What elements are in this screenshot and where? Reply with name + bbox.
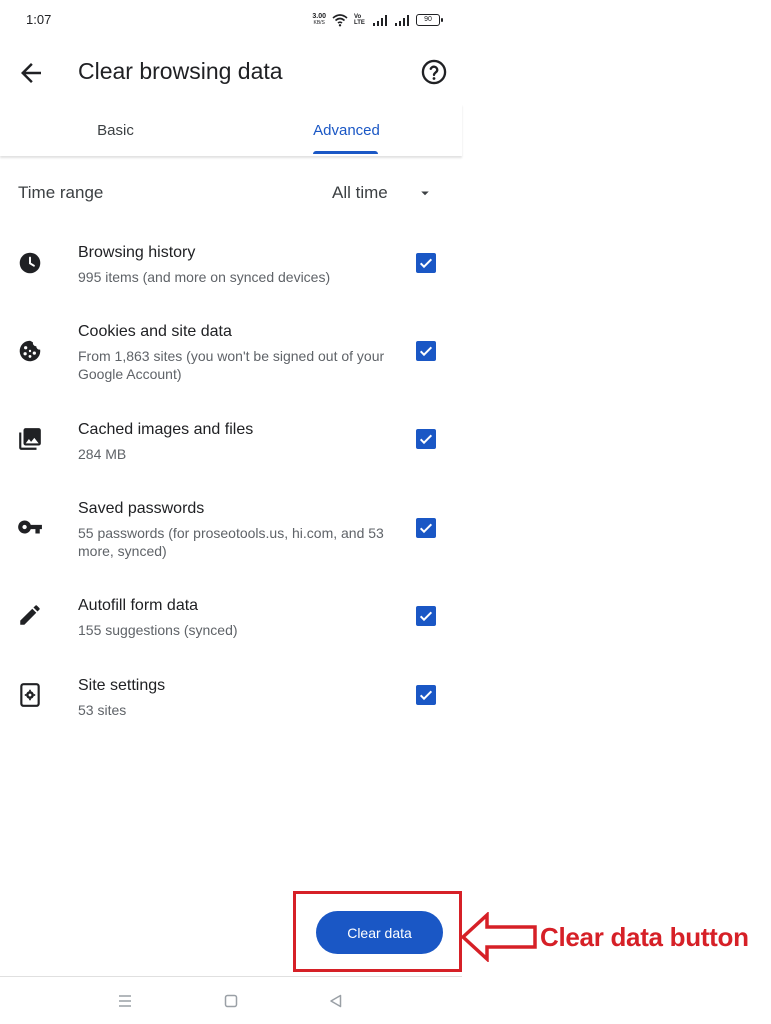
back-arrow-icon xyxy=(21,63,41,83)
top-app-bar: Clear browsing data xyxy=(0,40,462,104)
saved-passwords-subtitle: 55 passwords (for proseotools.us, hi.com… xyxy=(78,525,384,559)
browsing-history-row[interactable]: Browsing history 995 items (and more on … xyxy=(0,244,462,288)
battery-icon: 90 xyxy=(416,14,443,26)
cookies-checkbox[interactable] xyxy=(416,341,436,361)
time-range-dropdown[interactable]: All time xyxy=(326,174,446,210)
annotation-highlight-box xyxy=(293,891,462,972)
menu-nav-button[interactable] xyxy=(115,991,135,1011)
site-settings-title: Site settings xyxy=(78,677,166,694)
signal-icon-sim1 xyxy=(373,15,387,26)
browsing-history-subtitle: 995 items (and more on synced devices) xyxy=(78,269,331,285)
tab-basic[interactable]: Basic xyxy=(0,104,231,156)
home-nav-button[interactable] xyxy=(221,991,241,1011)
status-time: 1:07 xyxy=(26,12,52,27)
time-range-row: Time range All time xyxy=(0,160,462,224)
saved-passwords-checkbox[interactable] xyxy=(416,518,436,538)
check-icon xyxy=(419,611,433,622)
image-icon xyxy=(19,428,41,450)
dropdown-arrow-icon xyxy=(421,191,429,196)
tab-bar: Basic Advanced xyxy=(0,104,462,156)
site-settings-subtitle: 53 sites xyxy=(78,702,127,718)
back-button[interactable] xyxy=(16,58,46,88)
cookies-title: Cookies and site data xyxy=(78,323,232,340)
site-settings-icon xyxy=(20,683,40,707)
autofill-subtitle: 155 suggestions (synced) xyxy=(78,622,238,638)
cookies-subtitle: From 1,863 sites (you won't be signed ou… xyxy=(78,348,385,382)
status-icons: 3.00 KB/S Vo LTE 90 xyxy=(312,11,443,29)
phone-screen: 1:07 3.00 KB/S Vo LTE 90 Clear browsing … xyxy=(0,0,462,1024)
check-icon xyxy=(419,346,433,357)
site-settings-row[interactable]: Site settings 53 sites xyxy=(0,677,462,721)
signal-icon-sim2 xyxy=(395,15,409,26)
pencil-icon xyxy=(20,605,40,625)
cookie-icon xyxy=(19,340,41,362)
time-range-label: Time range xyxy=(18,183,104,202)
autofill-row[interactable]: Autofill form data 155 suggestions (sync… xyxy=(0,597,462,641)
tab-advanced[interactable]: Advanced xyxy=(231,104,462,156)
saved-passwords-title: Saved passwords xyxy=(78,500,205,517)
clock-icon xyxy=(19,252,41,274)
tab-selected-indicator xyxy=(313,151,378,154)
saved-passwords-row[interactable]: Saved passwords 55 passwords (for proseo… xyxy=(0,500,462,562)
check-icon xyxy=(419,690,433,701)
menu-icon xyxy=(119,995,131,1007)
check-icon xyxy=(419,258,433,269)
cached-images-row[interactable]: Cached images and files 284 MB xyxy=(0,421,462,465)
back-nav-button[interactable] xyxy=(326,991,346,1011)
system-nav-bar xyxy=(0,977,462,1024)
back-triangle-icon xyxy=(330,994,342,1008)
annotation-label: Clear data button xyxy=(540,922,749,952)
browsing-history-checkbox[interactable] xyxy=(416,253,436,273)
annotation-arrow-icon xyxy=(460,912,537,962)
cookies-row[interactable]: Cookies and site data From 1,863 sites (… xyxy=(0,323,462,385)
volte-indicator: Vo LTE xyxy=(354,14,365,26)
wifi-icon xyxy=(332,14,348,27)
check-icon xyxy=(419,434,433,445)
help-button[interactable] xyxy=(420,58,448,86)
time-range-value: All time xyxy=(332,183,388,202)
browsing-history-title: Browsing history xyxy=(78,244,196,261)
cached-images-checkbox[interactable] xyxy=(416,429,436,449)
page-title: Clear browsing data xyxy=(78,58,283,84)
status-bar: 1:07 3.00 KB/S Vo LTE 90 xyxy=(0,0,462,40)
cached-images-subtitle: 284 MB xyxy=(78,446,127,462)
check-icon xyxy=(419,523,433,534)
home-square-icon xyxy=(224,994,238,1008)
autofill-checkbox[interactable] xyxy=(416,606,436,626)
network-speed: 3.00 KB/S xyxy=(312,13,326,26)
help-icon xyxy=(421,59,447,85)
site-settings-checkbox[interactable] xyxy=(416,685,436,705)
key-icon xyxy=(18,520,42,534)
autofill-title: Autofill form data xyxy=(78,597,199,614)
cached-images-title: Cached images and files xyxy=(78,421,254,438)
